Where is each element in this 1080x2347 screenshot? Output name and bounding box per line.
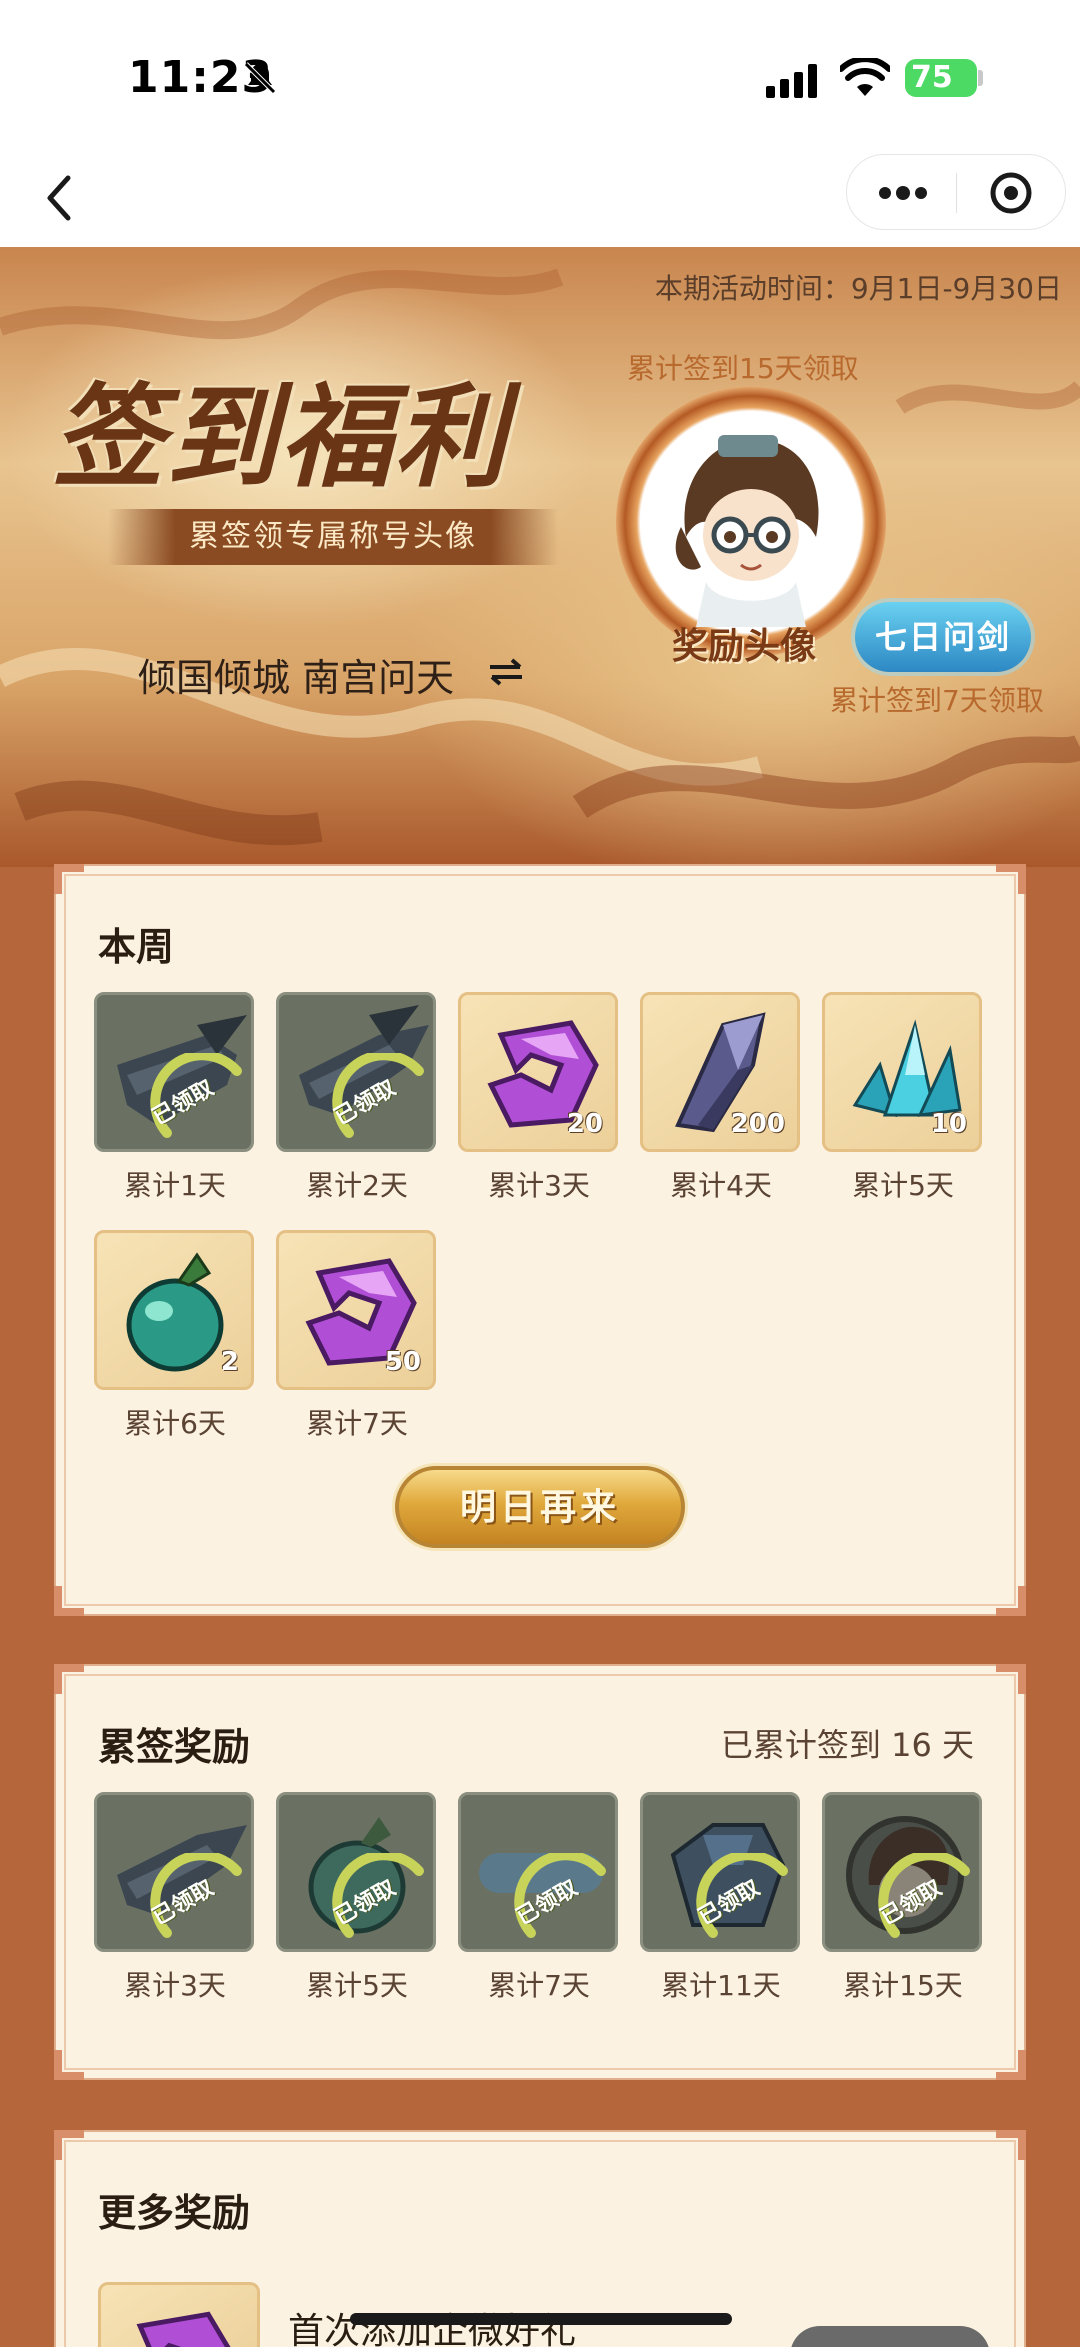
week-title: 本周	[98, 925, 175, 969]
battery-indicator: 75	[905, 59, 977, 97]
reward-count: 50	[384, 1347, 421, 1377]
wifi-icon	[840, 58, 890, 96]
reward-label: 累计3天	[124, 1969, 226, 2002]
corner-ornament	[996, 2050, 1026, 2080]
signal-icon	[766, 64, 817, 98]
reward-label: 累计1天	[124, 1169, 226, 1202]
home-indicator	[350, 2313, 732, 2325]
week-panel: 本周 已领取 累计1天 已领取 累计2天 20 累计3天 200 累计4天 10…	[54, 864, 1026, 1616]
corner-ornament	[54, 2050, 84, 2080]
reward-count: 200	[730, 1109, 785, 1139]
bell-mute-icon	[244, 62, 276, 94]
corner-ornament	[996, 1664, 1026, 1694]
reward-item-day1[interactable]: 已领取 累计1天	[94, 992, 256, 1204]
reward-box: 200	[640, 992, 800, 1152]
corner-ornament	[996, 1586, 1026, 1616]
reward-label: 累计2天	[306, 1169, 408, 1202]
cum7-label: 累计签到7天领取	[830, 684, 1044, 717]
reward-box: 2	[94, 1230, 254, 1390]
reward-label: 累计5天	[852, 1169, 954, 1202]
cum15-label: 累计签到15天领取	[627, 352, 859, 385]
reward-label: 累计7天	[306, 1407, 408, 1440]
cumulative-summary: 已累计签到 16 天	[720, 1726, 974, 1764]
cumulative-item-7[interactable]: 已领取 累计7天	[458, 1792, 620, 2004]
battery-level: 75	[911, 60, 953, 95]
cumulative-panel: 累签奖励 已累计签到 16 天 已领取 累计3天 已领取 累计5天 已领取 累计…	[54, 1664, 1026, 2080]
reward-item-day7[interactable]: 50 累计7天	[276, 1230, 438, 1442]
corner-ornament	[54, 864, 84, 894]
banner-subtitle: 累签领专属称号头像	[108, 509, 558, 565]
cumulative-title: 累签奖励	[98, 1725, 251, 1769]
reward-box: 已领取	[94, 1792, 254, 1952]
cumulative-item-5[interactable]: 已领取 累计5天	[276, 1792, 438, 2004]
reward-box: 已领取	[276, 1792, 436, 1952]
more-title: 更多奖励	[98, 2191, 251, 2235]
avatar-character-icon[interactable]	[646, 417, 856, 627]
cumulative-item-11[interactable]: 已领取 累计11天	[640, 1792, 802, 2004]
target-icon[interactable]	[957, 155, 1067, 231]
user-title: 倾国倾城 南宫问天	[138, 656, 455, 700]
reward-count: 2	[220, 1347, 239, 1377]
nav-bar	[0, 150, 1080, 247]
banner-title: 签到福利	[52, 372, 508, 503]
reward-box: 已领取	[822, 1792, 982, 1952]
reward-box: 已领取	[276, 992, 436, 1152]
reward-box: 50	[276, 1230, 436, 1390]
reward-label: 累计15天	[843, 1969, 963, 2002]
reward-label: 累计11天	[661, 1969, 781, 2002]
reward-count: 10	[930, 1109, 967, 1139]
come-back-tomorrow-button[interactable]: 明日再来	[395, 1466, 685, 1548]
reward-item-day2[interactable]: 已领取 累计2天	[276, 992, 438, 1204]
corner-ornament	[54, 1586, 84, 1616]
chevron-left-icon[interactable]	[30, 160, 90, 230]
reward-label: 累计6天	[124, 1407, 226, 1440]
reward-item-day3[interactable]: 20 累计3天	[458, 992, 620, 1204]
corner-ornament	[54, 1664, 84, 1694]
title-badge[interactable]: 七日问剑	[855, 602, 1031, 672]
reward-label: 累计7天	[488, 1969, 590, 2002]
reward-label: 累计3天	[488, 1169, 590, 1202]
reward-label: 累计5天	[306, 1969, 408, 2002]
reward-box: 已领取	[640, 1792, 800, 1952]
reward-item-day5[interactable]: 10 累计5天	[822, 992, 984, 1204]
cumulative-item-15[interactable]: 已领取 累计15天	[822, 1792, 984, 2004]
corner-ornament	[996, 2130, 1026, 2160]
hero-banner: 本期活动时间：9月1日-9月30日 签到福利 累签领专属称号头像 倾国倾城 南宫…	[0, 247, 1080, 867]
corner-ornament	[54, 2130, 84, 2160]
reward-box: 10	[822, 992, 982, 1152]
reward-box: 已领取	[458, 1792, 618, 1952]
corner-ornament	[996, 864, 1026, 894]
battery-cap	[978, 70, 983, 86]
reward-box: 20	[458, 992, 618, 1152]
mini-program-capsule	[846, 154, 1066, 230]
swap-arrows-icon[interactable]	[488, 657, 524, 687]
cumulative-item-3[interactable]: 已领取 累计3天	[94, 1792, 256, 2004]
avatar-tag: 奖励头像	[672, 625, 817, 667]
more-dots-icon[interactable]	[847, 155, 956, 231]
reward-item-day4[interactable]: 200 累计4天	[640, 992, 802, 1204]
status-bar: 11:23 75	[0, 0, 1080, 150]
purple-token-icon	[136, 2311, 231, 2347]
reward-box: 已领取	[94, 992, 254, 1152]
reward-label: 累计4天	[670, 1169, 772, 1202]
more-reward-item[interactable]	[98, 2282, 260, 2347]
more-reward-button[interactable]	[790, 2326, 990, 2347]
activity-time: 本期活动时间：9月1日-9月30日	[654, 272, 1062, 305]
reward-item-day6[interactable]: 2 累计6天	[94, 1230, 256, 1442]
reward-count: 20	[566, 1109, 603, 1139]
